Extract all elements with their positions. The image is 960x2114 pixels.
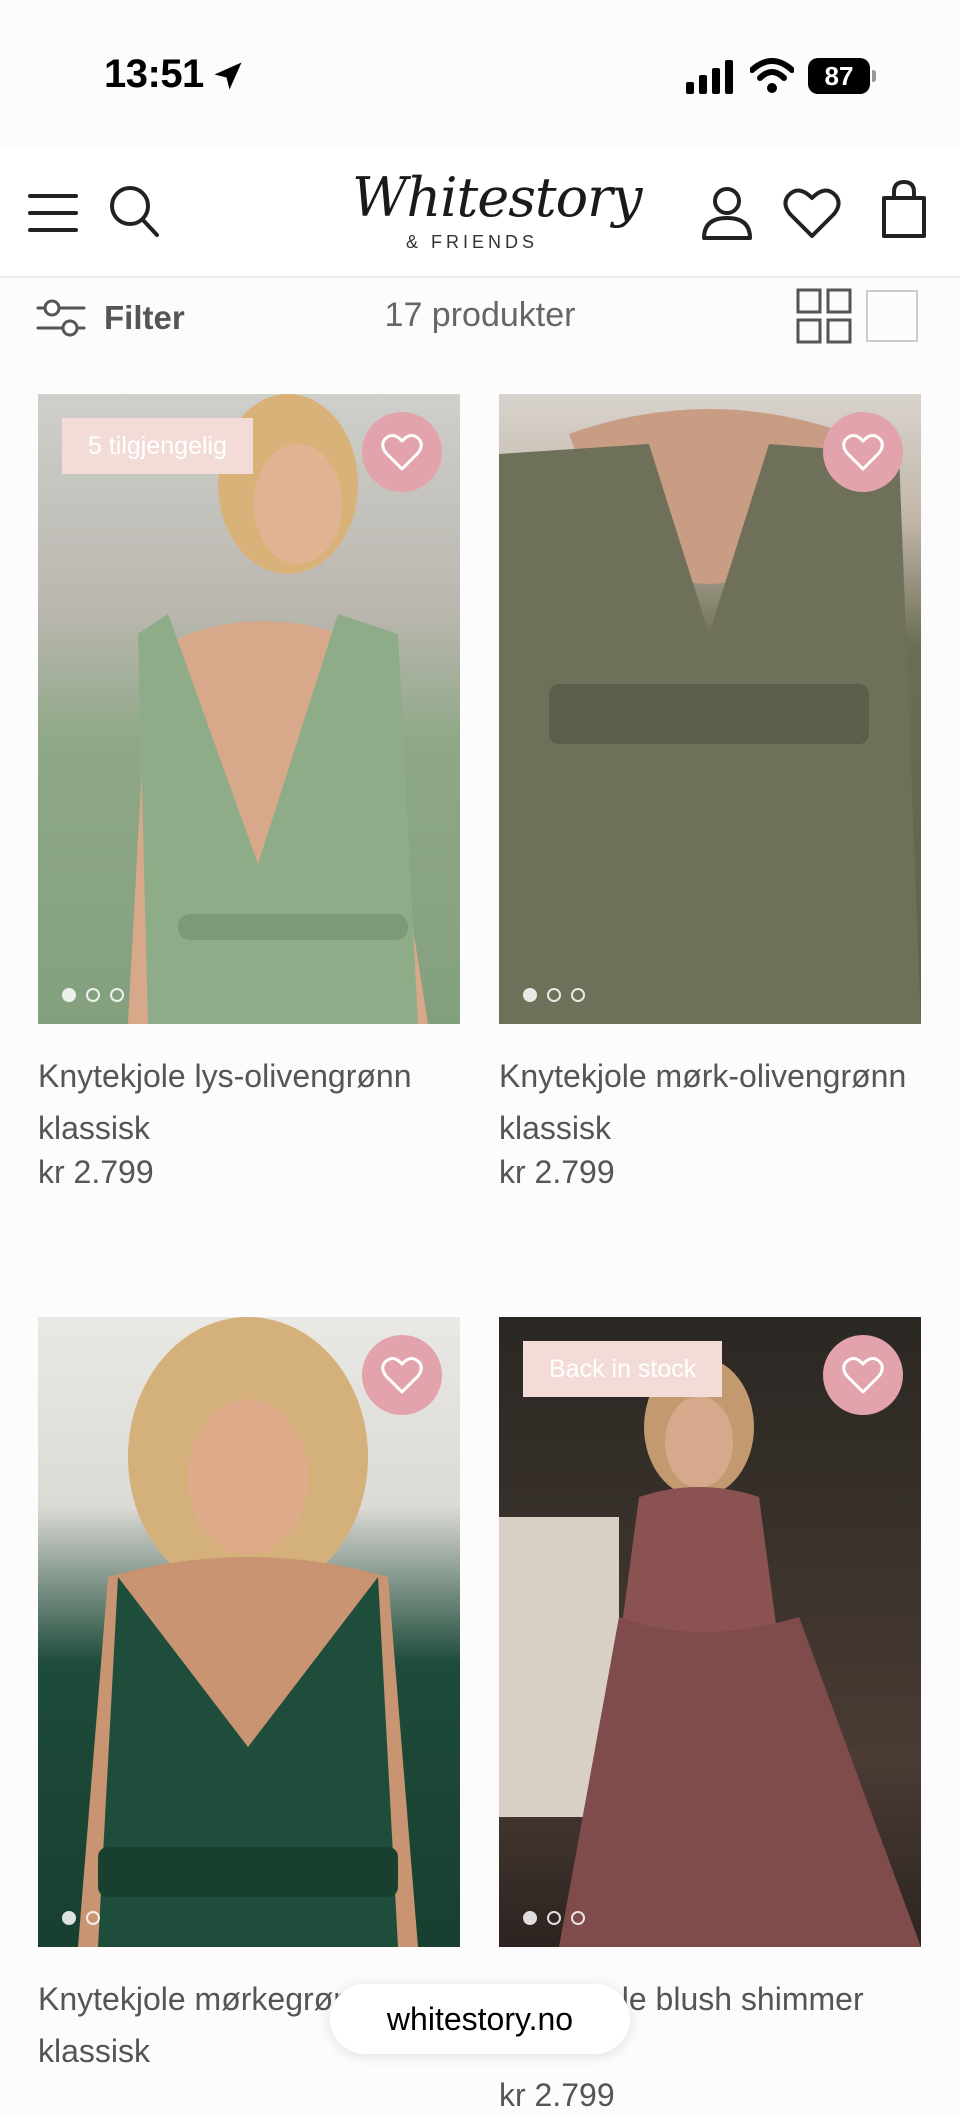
account-icon[interactable] — [700, 186, 754, 240]
carousel-dot[interactable] — [547, 988, 561, 1002]
carousel-dot[interactable] — [523, 988, 537, 1002]
cellular-signal-icon — [686, 60, 733, 94]
heart-icon — [381, 434, 423, 471]
heart-icon — [842, 1357, 884, 1394]
carousel-dot[interactable] — [571, 1911, 585, 1925]
wishlist-toggle[interactable] — [362, 1335, 442, 1415]
carousel-dot[interactable] — [86, 988, 100, 1002]
battery-indicator: 87 — [808, 58, 876, 94]
carousel-dot[interactable] — [571, 988, 585, 1002]
product-image[interactable] — [499, 394, 921, 1024]
logo-subtitle: & FRIENDS — [405, 232, 538, 252]
image-carousel-dots[interactable] — [62, 1911, 100, 1925]
heart-icon[interactable] — [782, 186, 842, 240]
product-card[interactable]: 5 tilgjengelig Knytekjole lys-olivengrøn… — [38, 394, 460, 1214]
single-view-icon[interactable] — [866, 290, 918, 342]
image-carousel-dots[interactable] — [523, 988, 585, 1002]
product-card[interactable]: Knytekjole mørkegrønn klassisk — [38, 1317, 460, 2087]
wishlist-toggle[interactable] — [362, 412, 442, 492]
shopping-bag-icon[interactable] — [880, 180, 928, 238]
product-count: 17 produkter — [384, 296, 576, 334]
image-carousel-dots[interactable] — [62, 988, 124, 1002]
logo-wordmark: Whitestory — [352, 166, 642, 229]
carousel-dot[interactable] — [62, 988, 76, 1002]
grid-view-icon[interactable] — [796, 288, 852, 344]
heart-icon — [381, 1357, 423, 1394]
filter-label: Filter — [104, 299, 185, 336]
product-price: kr 2.799 — [499, 1154, 615, 1190]
menu-icon[interactable] — [28, 190, 78, 236]
product-name[interactable]: Knytekjole mørk-olivengrønn klassisk — [499, 1050, 939, 1154]
product-image[interactable]: Back in stock — [499, 1317, 921, 1947]
status-time: 13:51 — [104, 52, 204, 96]
location-arrow-icon — [214, 62, 242, 90]
site-logo[interactable]: Whitestory & FRIENDS — [352, 166, 642, 262]
filter-sliders-icon — [36, 299, 86, 337]
availability-badge: 5 tilgjengelig — [62, 418, 253, 474]
image-carousel-dots[interactable] — [523, 1911, 585, 1925]
search-icon[interactable] — [108, 184, 160, 238]
status-bar: 13:51 87 — [0, 0, 960, 150]
wifi-icon — [750, 58, 794, 93]
battery-percentage: 87 — [824, 61, 854, 91]
browser-url-bar[interactable]: whitestory.no — [330, 1984, 630, 2054]
product-card[interactable]: Back in stock Knytekjole blush shimmer k… — [499, 1317, 921, 2113]
product-price: kr 2.799 — [499, 2077, 615, 2113]
carousel-dot[interactable] — [110, 988, 124, 1002]
wishlist-toggle[interactable] — [823, 1335, 903, 1415]
listing-toolbar: Filter 17 produkter — [0, 278, 960, 358]
carousel-dot[interactable] — [523, 1911, 537, 1925]
heart-icon — [842, 434, 884, 471]
product-price: kr 2.799 — [38, 1154, 154, 1190]
site-header: Whitestory & FRIENDS — [0, 150, 960, 278]
carousel-dot[interactable] — [86, 1911, 100, 1925]
wishlist-toggle[interactable] — [823, 412, 903, 492]
product-card[interactable]: Knytekjole mørk-olivengrønn klassisk kr … — [499, 394, 921, 1214]
product-image[interactable] — [38, 1317, 460, 1947]
product-name[interactable]: Knytekjole lys-olivengrønn klassisk — [38, 1050, 478, 1154]
carousel-dot[interactable] — [547, 1911, 561, 1925]
carousel-dot[interactable] — [62, 1911, 76, 1925]
availability-badge: Back in stock — [523, 1341, 723, 1397]
product-image[interactable]: 5 tilgjengelig — [38, 394, 460, 1024]
filter-button[interactable]: Filter — [36, 290, 196, 346]
